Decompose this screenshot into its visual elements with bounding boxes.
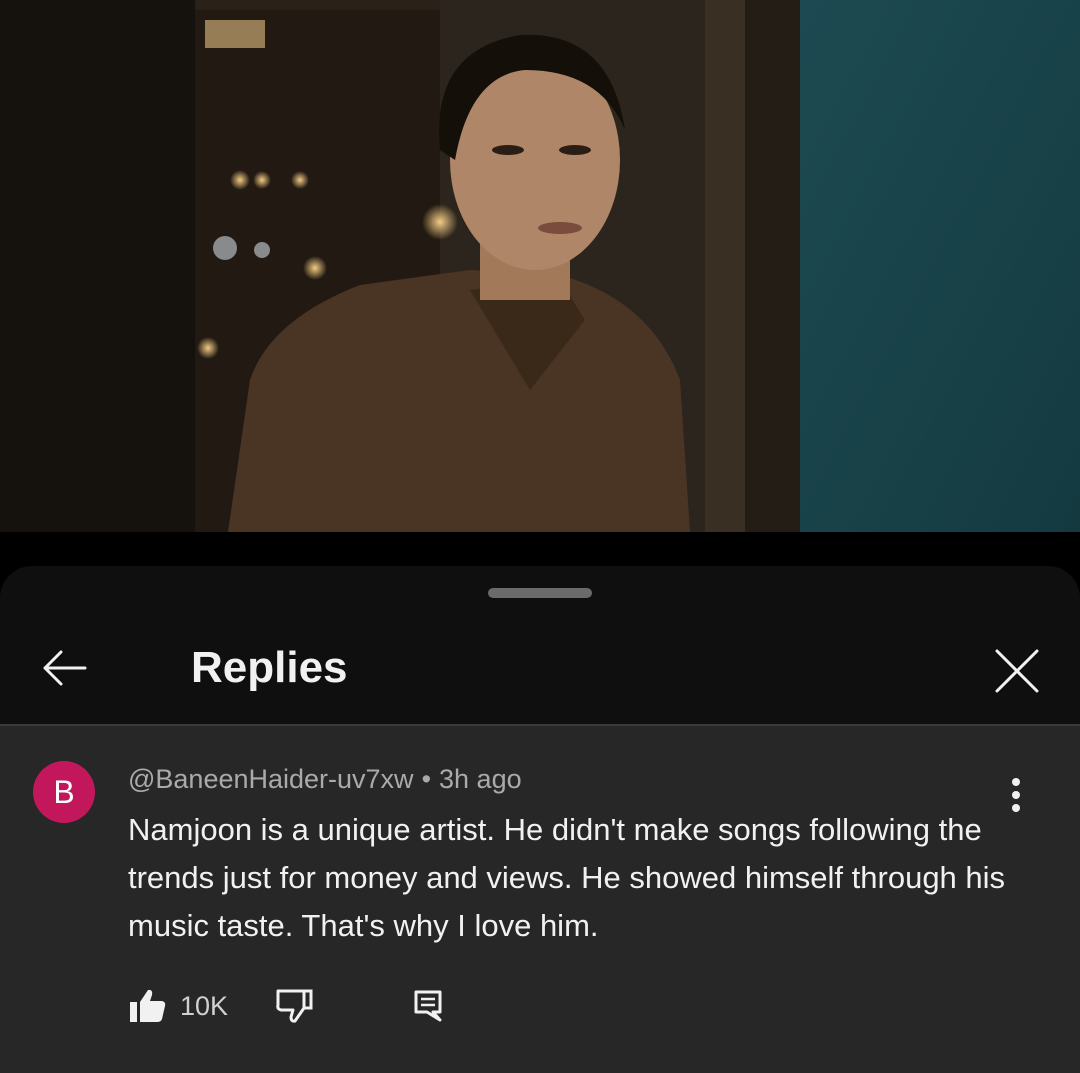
reply-button[interactable] (408, 984, 448, 1028)
comment-item: B @BaneenHaider-uv7xw • 3h ago Namjoon is … (0, 726, 1080, 1073)
thumbs-up-icon (130, 989, 166, 1022)
replies-header: Replies (0, 618, 1080, 724)
comment-text: Namjoon is a unique artist. He didn't ma… (128, 812, 1006, 943)
video-bottom-gap (0, 532, 1080, 566)
like-button[interactable] (128, 984, 168, 1028)
arrow-left-icon (43, 650, 87, 686)
drag-handle[interactable] (488, 588, 592, 598)
comment-actions: 10K (128, 984, 528, 1028)
close-button[interactable] (984, 638, 1050, 704)
close-icon (995, 649, 1039, 693)
more-vertical-icon (1012, 778, 1020, 812)
replies-sheet: Replies B @BaneenHaider-uv7xw • 3h ago Nam… (0, 566, 1080, 1073)
comment-meta: @BaneenHaider-uv7xw • 3h ago (128, 760, 522, 798)
page-title: Replies (191, 643, 348, 692)
dislike-button[interactable] (272, 984, 316, 1028)
meta-separator: • (421, 764, 432, 794)
thumbs-down-icon (276, 989, 313, 1023)
video-player[interactable] (0, 0, 1080, 532)
comment-author[interactable]: @BaneenHaider-uv7xw (128, 764, 414, 794)
like-count: 10K (180, 991, 229, 1021)
avatar[interactable]: B (33, 761, 95, 823)
reply-icon (414, 990, 442, 1022)
comment-time: 3h ago (439, 764, 522, 794)
video-frame (0, 0, 1080, 532)
back-button[interactable] (34, 638, 94, 698)
